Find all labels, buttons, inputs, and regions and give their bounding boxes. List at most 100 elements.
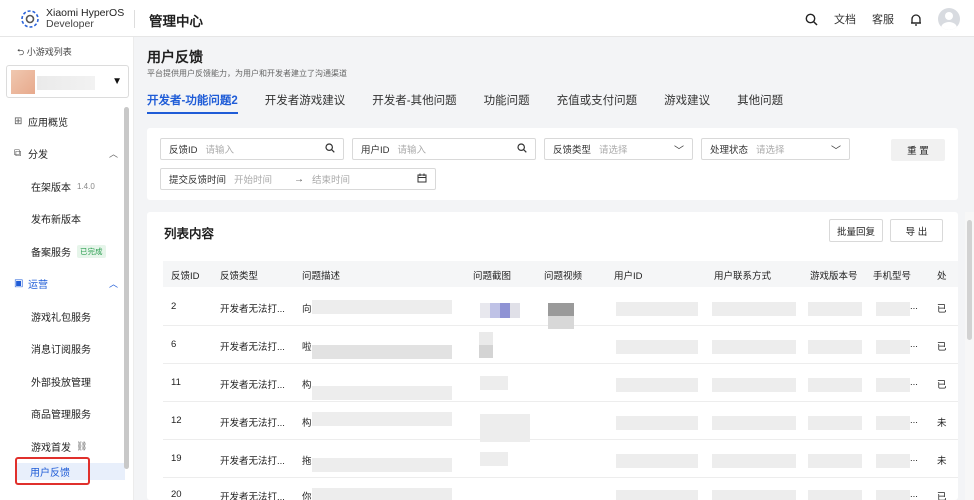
submit-time-range[interactable]: 提交反馈时间 开始时间 → 结束时间 xyxy=(160,168,436,190)
sidebar-item-gift-pack[interactable]: 游戏礼包服务 xyxy=(0,300,126,333)
sidebar-item-external-ads[interactable]: 外部投放管理 xyxy=(0,365,126,398)
tab-dev-other[interactable]: 开发者-其他问题 xyxy=(372,90,456,114)
sidebar-item-products[interactable]: 商品管理服务 xyxy=(0,398,126,431)
redacted-user-id xyxy=(616,490,698,500)
sidebar-item-label: 运营 xyxy=(28,280,48,292)
col-feedback-id: 反馈ID xyxy=(171,271,200,282)
field-label: 提交反馈时间 xyxy=(169,175,227,186)
search-icon[interactable] xyxy=(325,142,335,156)
field-placeholder: 请输入 xyxy=(397,145,427,156)
sidebar-item-distribution[interactable]: ⧉ 分发 ︿ xyxy=(0,138,126,171)
col-status: 处 xyxy=(937,271,947,282)
batch-reply-button[interactable]: 批量回复 xyxy=(829,219,883,242)
tab-dev-game-suggestion[interactable]: 开发者游戏建议 xyxy=(265,90,346,114)
redacted-model xyxy=(876,340,910,354)
redacted-model xyxy=(876,416,910,430)
sidebar-item-filing[interactable]: 备案服务 已完成 xyxy=(0,235,126,268)
feedback-id-input[interactable]: 反馈ID 请输入 xyxy=(160,138,344,160)
back-to-game-list[interactable]: ⮌ 小游戏列表 xyxy=(17,45,72,61)
scrollbar-thumb[interactable] xyxy=(967,220,972,340)
sidebar-item-overview[interactable]: ⊞ 应用概览 xyxy=(0,105,126,138)
export-button[interactable]: 导 出 xyxy=(890,219,943,242)
cell-type: 开发者无法打... xyxy=(220,418,285,429)
page-scrollbar[interactable] xyxy=(965,212,974,500)
tab-game-suggestion[interactable]: 游戏建议 xyxy=(664,90,710,114)
field-placeholder: 请选择 xyxy=(599,145,628,156)
game-thumbnail xyxy=(11,70,35,94)
share-icon: ⧉ xyxy=(14,148,22,160)
screenshot-thumbnail[interactable] xyxy=(479,332,493,358)
redacted-contact xyxy=(712,340,796,354)
version-label: 1.4.0 xyxy=(77,181,95,191)
cell-id: 2 xyxy=(171,301,177,312)
sidebar-item-subscription[interactable]: 消息订阅服务 xyxy=(0,333,126,366)
field-label: 用户ID xyxy=(361,145,390,156)
sidebar-item-label: 商品管理服务 xyxy=(31,410,91,422)
redacted-user-id xyxy=(616,302,698,316)
calendar-icon[interactable] xyxy=(417,173,427,186)
sidebar-item-label: 分发 xyxy=(28,150,48,162)
col-screenshot: 问题截图 xyxy=(473,271,512,282)
field-placeholder: 请选择 xyxy=(756,145,785,156)
redacted-contact xyxy=(712,302,796,316)
feedback-tabs: 开发者-功能问题2 开发者游戏建议 开发者-其他问题 功能问题 充值或支付问题 … xyxy=(147,90,810,118)
screenshot-thumbnail[interactable] xyxy=(480,303,520,318)
game-selector[interactable]: ▼ xyxy=(6,65,129,98)
cell-description: 构 xyxy=(302,418,312,429)
redacted-text xyxy=(312,458,452,472)
tab-function[interactable]: 功能问题 xyxy=(484,90,530,114)
chevron-up-icon: ︿ xyxy=(108,149,118,160)
search-icon[interactable] xyxy=(805,13,818,26)
sidebar-item-label: 游戏礼包服务 xyxy=(31,312,91,324)
sidebar-scrollbar[interactable] xyxy=(124,107,129,469)
redacted-text xyxy=(312,386,452,400)
search-icon[interactable] xyxy=(517,142,527,156)
hyperos-logo-icon[interactable] xyxy=(19,8,41,30)
cell-status: 未 xyxy=(937,418,947,429)
col-user-contact: 用户联系方式 xyxy=(714,271,772,282)
cell-id: 19 xyxy=(171,453,182,464)
cell-description: 拖 xyxy=(302,456,312,467)
redacted-user-id xyxy=(616,378,698,392)
tab-payment[interactable]: 充值或支付问题 xyxy=(557,90,638,114)
status-select[interactable]: 处理状态 请选择 ﹀ xyxy=(701,138,850,160)
page-subtitle: 平台提供用户反馈能力，为用户和开发者建立了沟通渠道 xyxy=(147,69,347,78)
sidebar-item-live-version[interactable]: 在架版本 1.4.0 xyxy=(0,170,126,203)
sidebar-item-label: 消息订阅服务 xyxy=(31,345,91,357)
redacted-text xyxy=(312,345,452,359)
cell-id: 11 xyxy=(171,377,181,388)
feedback-type-select[interactable]: 反馈类型 请选择 ﹀ xyxy=(544,138,693,160)
top-bar: Xiaomi HyperOS Developer 管理中心 文档 客服 xyxy=(0,0,974,37)
redacted-version xyxy=(808,302,862,316)
tab-other[interactable]: 其他问题 xyxy=(737,90,783,114)
game-name-redacted xyxy=(37,76,95,90)
cell-id: 6 xyxy=(171,339,177,350)
chevron-up-icon: ︿ xyxy=(108,279,118,290)
bell-icon[interactable] xyxy=(910,13,922,26)
reset-button[interactable]: 重 置 xyxy=(891,139,945,161)
chevron-down-icon: ﹀ xyxy=(674,145,684,157)
screenshot-thumbnail[interactable] xyxy=(480,414,530,442)
support-link[interactable]: 客服 xyxy=(872,11,894,27)
tab-dev-function[interactable]: 开发者-功能问题2 xyxy=(147,90,238,114)
avatar[interactable] xyxy=(938,8,960,30)
sidebar-item-publish-version[interactable]: 发布新版本 xyxy=(0,203,126,236)
redacted-text xyxy=(312,300,452,314)
brand-name[interactable]: Xiaomi HyperOS Developer xyxy=(46,8,124,30)
screenshot-thumbnail[interactable] xyxy=(480,452,508,466)
cell-model-suffix: ... xyxy=(910,339,918,350)
col-video: 问题视频 xyxy=(544,271,583,282)
sidebar-item-operations[interactable]: ▣ 运营 ︿ xyxy=(0,268,126,301)
cell-status: 已 xyxy=(937,492,947,500)
cell-model-suffix: ... xyxy=(910,301,918,312)
end-time-placeholder[interactable]: 结束时间 xyxy=(312,172,350,186)
start-time-placeholder[interactable]: 开始时间 xyxy=(234,172,272,186)
col-feedback-type: 反馈类型 xyxy=(220,271,259,282)
field-label: 反馈类型 xyxy=(553,145,592,156)
screenshot-thumbnail[interactable] xyxy=(480,376,508,390)
docs-link[interactable]: 文档 xyxy=(834,11,856,27)
cell-model-suffix: ... xyxy=(910,377,918,388)
field-label: 处理状态 xyxy=(710,145,749,156)
user-id-input[interactable]: 用户ID 请输入 xyxy=(352,138,536,160)
redacted-model xyxy=(876,302,910,316)
